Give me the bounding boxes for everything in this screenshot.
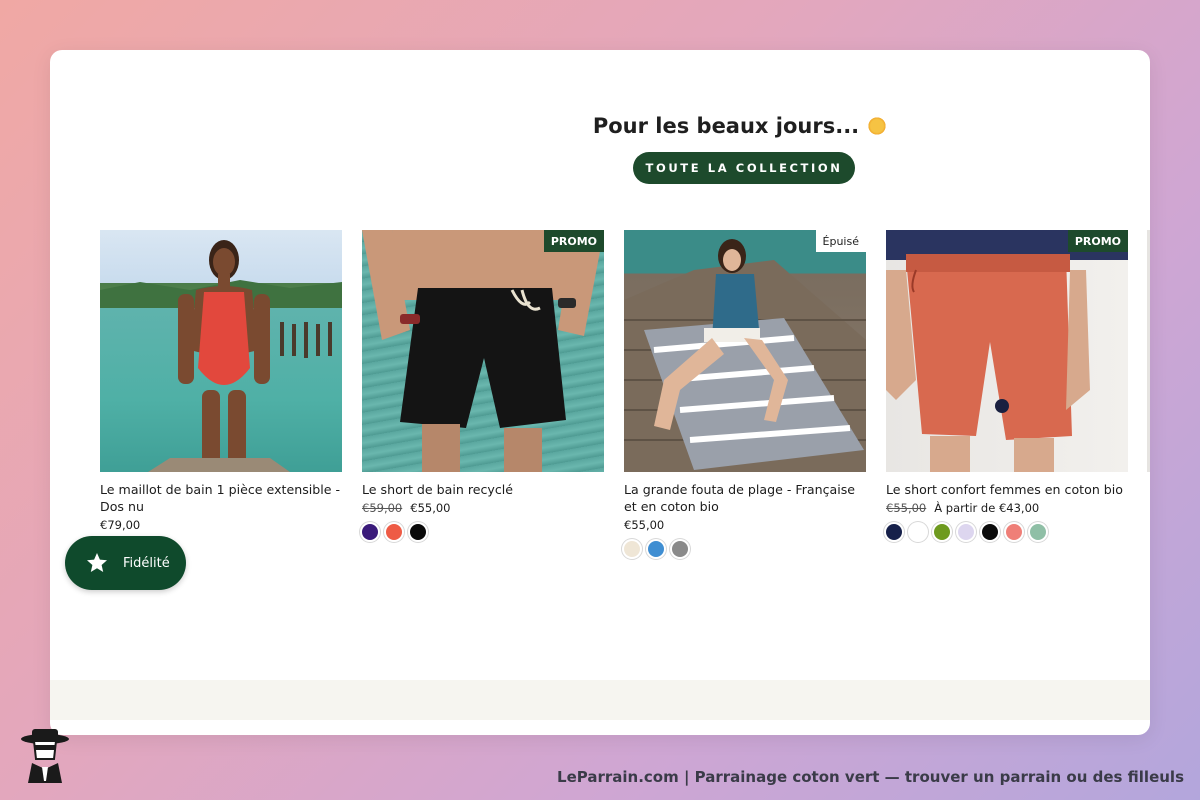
price: €55,00 xyxy=(624,518,665,532)
footer-band xyxy=(50,680,1150,720)
color-swatches xyxy=(886,524,1128,540)
product-card[interactable]: PROMO Le short confort femmes en coton b… xyxy=(886,230,1128,540)
product-image[interactable]: Épuisé xyxy=(624,230,866,472)
beach-towel-photo xyxy=(624,239,866,472)
color-swatch[interactable] xyxy=(624,541,640,557)
section-title-text: Pour les beaux jours... xyxy=(592,114,860,138)
product-image[interactable]: PROMO xyxy=(362,230,604,472)
color-swatch[interactable] xyxy=(672,541,688,557)
old-price: €55,00 xyxy=(886,501,927,515)
mascot-logo-icon xyxy=(21,729,69,783)
main-card: Pour les beaux jours... TOUTE LA COLLECT… xyxy=(50,50,1150,735)
price: €79,00 xyxy=(100,518,141,532)
color-swatches xyxy=(362,524,604,540)
color-swatches xyxy=(624,541,866,557)
color-swatch[interactable] xyxy=(982,524,998,540)
product-price: €79,00 xyxy=(100,518,342,532)
fidelity-label: Fidélité xyxy=(123,555,170,571)
product-title[interactable]: La grande fouta de plage - Française et … xyxy=(624,481,866,515)
color-swatch[interactable] xyxy=(1030,524,1046,540)
section-title: Pour les beaux jours... xyxy=(50,114,1150,138)
product-card[interactable]: Épuisé La grande fouta de plage - França… xyxy=(624,230,866,557)
promo-badge: PROMO xyxy=(1067,230,1128,252)
old-price: €59,00 xyxy=(362,501,403,515)
product-title[interactable]: Le maillot de bain 1 pièce extensible - … xyxy=(100,481,342,515)
price: À partir de €43,00 xyxy=(934,501,1040,515)
color-swatch[interactable] xyxy=(362,524,378,540)
footer-caption: LeParrain.com | Parrainage coton vert — … xyxy=(557,768,1184,786)
color-swatch[interactable] xyxy=(910,524,926,540)
color-swatch[interactable] xyxy=(886,524,902,540)
color-swatch[interactable] xyxy=(648,541,664,557)
product-card[interactable]: Le maillot de bain 1 pièce extensible - … xyxy=(100,230,342,532)
star-icon xyxy=(87,553,107,572)
product-image[interactable]: PROMO xyxy=(886,230,1128,472)
product-price: €55,00 À partir de €43,00 xyxy=(886,501,1128,515)
comfort-shorts-photo xyxy=(886,230,1128,472)
product-title[interactable]: Le short confort femmes en coton bio xyxy=(886,481,1128,498)
collection-button[interactable]: TOUTE LA COLLECTION xyxy=(633,152,855,184)
swim-shorts-photo xyxy=(362,230,604,472)
product-image[interactable] xyxy=(100,230,342,472)
product-price: €55,00 xyxy=(624,518,866,532)
soldout-badge: Épuisé xyxy=(815,230,866,252)
product-card[interactable]: PROMO Le short de bain recyclé €59,00 €5… xyxy=(362,230,604,540)
swimsuit-photo xyxy=(100,240,342,472)
product-title[interactable]: Le short de bain recyclé xyxy=(362,481,604,498)
fidelity-button[interactable]: Fidélité xyxy=(65,536,186,590)
color-swatch[interactable] xyxy=(934,524,950,540)
color-swatch[interactable] xyxy=(958,524,974,540)
color-swatch[interactable] xyxy=(386,524,402,540)
promo-badge: PROMO xyxy=(543,230,604,252)
next-product-peek xyxy=(1147,230,1150,472)
color-swatch[interactable] xyxy=(410,524,426,540)
color-swatch[interactable] xyxy=(1006,524,1022,540)
sun-icon xyxy=(867,116,888,136)
product-price: €59,00 €55,00 xyxy=(362,501,604,515)
price: €55,00 xyxy=(410,501,451,515)
